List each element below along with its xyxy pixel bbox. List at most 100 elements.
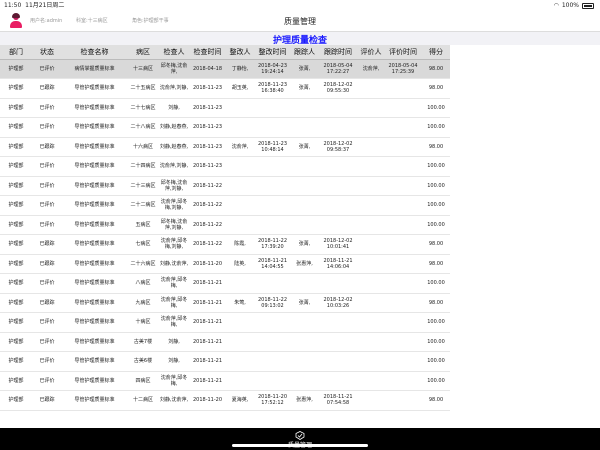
- table-row[interactable]: 护理部 已评价 导管护理质量标准 二十四病区 沈俞萍,刘静, 2018-11-23 100.…: [0, 156, 450, 177]
- table-cell: 2018-11-21 14:04:55: [254, 254, 291, 274]
- column-header: 检查时间: [189, 45, 226, 60]
- column-header: 评价人: [358, 45, 384, 60]
- table-cell: 邱冬梅,沈俞萍,: [159, 59, 189, 79]
- table-cell: 100.00: [422, 332, 450, 352]
- table-cell: 100.00: [422, 195, 450, 216]
- table-cell: [358, 117, 384, 138]
- table-cell: 张菁,: [291, 293, 318, 313]
- quality-management-icon[interactable]: [295, 431, 305, 440]
- status-bar: 11:50 11月21日周二 ◠ 100%: [0, 0, 600, 11]
- table-cell: 已评价: [32, 351, 62, 372]
- home-indicator[interactable]: [232, 444, 368, 447]
- table-row[interactable]: 护理部 已评价 病情掌握质量标准 十三病区 邱冬梅,沈俞萍, 2018-04-18 丁静怡,…: [0, 59, 450, 79]
- table-cell: 已评价: [32, 312, 62, 333]
- table-cell: 导管护理质量标准: [62, 98, 127, 118]
- table-row[interactable]: 护理部 已评价 导管护理质量标准 四病区 沈俞萍,邱冬梅, 2018-11-21 100.0…: [0, 371, 450, 391]
- table-cell: 丁静怡,: [226, 59, 254, 79]
- column-header: 整改时间: [254, 45, 291, 60]
- table-cell: 2018-11-22 09:13:02: [254, 293, 291, 313]
- table-cell: 2018-11-21: [189, 351, 226, 372]
- table-row[interactable]: 护理部 已评价 导管护理质量标准 古美7楼 刘静, 2018-11-21 100.00: [0, 332, 450, 352]
- table-cell: 已评价: [32, 98, 62, 118]
- table-cell: 98.00: [422, 390, 450, 411]
- table-cell: 二十六病区: [127, 254, 159, 274]
- table-row[interactable]: 护理部 已评价 导管护理质量标准 二十三病区 邱冬梅,沈俞萍,刘静, 2018-11-22…: [0, 176, 450, 196]
- table-row[interactable]: 护理部 已跟踪 导管护理质量标准 十六病区 刘静,赵春燕, 2018-11-23 沈俞萍, 2…: [0, 137, 450, 157]
- table-cell: 张菁,: [291, 137, 318, 157]
- table-cell: 张惠萍,: [291, 254, 318, 274]
- table-cell: 2018-12-02 09:58:37: [318, 137, 358, 157]
- role-label: 角色:护理部干事: [132, 18, 169, 24]
- table-cell: 已跟踪: [32, 390, 62, 411]
- table-cell: [318, 351, 358, 372]
- table-cell: [358, 98, 384, 118]
- table-cell: [384, 293, 422, 313]
- table-cell: 护理部: [0, 254, 32, 274]
- table-cell: 二十七病区: [127, 98, 159, 118]
- table-cell: [226, 332, 254, 352]
- table-cell: 98.00: [422, 293, 450, 313]
- table-cell: 护理部: [0, 137, 32, 157]
- table-cell: [254, 156, 291, 177]
- table-row[interactable]: 护理部 已评价 导管护理质量标准 五病区 邱冬梅,沈俞萍,刘静, 2018-11-22 10…: [0, 215, 450, 235]
- table-cell: 二十三病区: [127, 176, 159, 196]
- table-cell: 邱冬梅,沈俞萍,刘静,: [159, 176, 189, 196]
- table-cell: 导管护理质量标准: [62, 390, 127, 411]
- table-cell: 沈俞萍,: [358, 59, 384, 79]
- table-cell: 护理部: [0, 390, 32, 411]
- table-cell: 导管护理质量标准: [62, 195, 127, 216]
- battery-percent: 100%: [561, 2, 579, 9]
- table-row[interactable]: 护理部 已跟踪 导管护理质量标准 七病区 沈俞萍,邱冬梅,刘静, 2018-11-22 陈霞…: [0, 234, 450, 255]
- table-cell: 护理部: [0, 215, 32, 235]
- table-header-row: 部门 状态 检查名称 病区 检查人 检查时间 整改人 整改时间 跟踪人 跟踪时间 评价人 评价时间 得分: [0, 45, 450, 60]
- table-cell: 已跟踪: [32, 254, 62, 274]
- table-row[interactable]: 护理部 已评价 导管护理质量标准 十病区 沈俞萍,邱冬梅, 2018-11-21 100.0…: [0, 312, 450, 333]
- table-cell: 导管护理质量标准: [62, 371, 127, 391]
- table-cell: [254, 195, 291, 216]
- status-right: ◠ 100%: [554, 0, 594, 11]
- table-cell: [358, 371, 384, 391]
- inspection-table: 部门 状态 检查名称 病区 检查人 检查时间 整改人 整改时间 跟踪人 跟踪时间 评价人 评价时间 得分…: [0, 45, 450, 411]
- table-cell: 2018-11-20: [189, 254, 226, 274]
- table-cell: 护理部: [0, 332, 32, 352]
- table-cell: 刘静,: [159, 98, 189, 118]
- table-cell: [291, 273, 318, 294]
- table-cell: [318, 215, 358, 235]
- table-cell: [291, 351, 318, 372]
- table-row[interactable]: 护理部 已评价 导管护理质量标准 二十八病区 刘静,赵春燕, 2018-11-23 100.…: [0, 117, 450, 138]
- detail-pane: [450, 45, 600, 428]
- table-cell: [318, 117, 358, 138]
- avatar[interactable]: [10, 13, 22, 28]
- table-cell: 导管护理质量标准: [62, 176, 127, 196]
- table-cell: 护理部: [0, 293, 32, 313]
- column-header: 病区: [127, 45, 159, 60]
- table-row[interactable]: 护理部 已评价 导管护理质量标准 古美6楼 刘静, 2018-11-21 100.00: [0, 351, 450, 372]
- table-row[interactable]: 护理部 已评价 导管护理质量标准 二十二病区 沈俞萍,邱冬梅,刘静, 2018-11-22…: [0, 195, 450, 216]
- table-cell: 张菁,: [291, 78, 318, 99]
- table-cell: 2018-11-22: [189, 176, 226, 196]
- table-cell: [358, 137, 384, 157]
- table-row[interactable]: 护理部 已跟踪 导管护理质量标准 二十五病区 沈俞萍,刘静, 2018-11-23 胡玉英,…: [0, 78, 450, 99]
- table-cell: 100.00: [422, 312, 450, 333]
- table-row[interactable]: 护理部 已评价 导管护理质量标准 八病区 沈俞萍,邱冬梅, 2018-11-21 100.0…: [0, 273, 450, 294]
- column-header: 整改人: [226, 45, 254, 60]
- battery-icon: [582, 2, 594, 9]
- table-cell: 100.00: [422, 351, 450, 372]
- table-row[interactable]: 护理部 已跟踪 导管护理质量标准 十二病区 刘静,沈俞萍, 2018-11-20 夏海英, 2…: [0, 390, 450, 411]
- table-cell: 2018-11-22: [189, 195, 226, 216]
- table-cell: 98.00: [422, 59, 450, 79]
- table-cell: [226, 176, 254, 196]
- table-cell: 2018-04-23 19:24:14: [254, 59, 291, 79]
- table-row[interactable]: 护理部 已跟踪 导管护理质量标准 九病区 沈俞萍,邱冬梅, 2018-11-21 朱莺, 20…: [0, 293, 450, 313]
- table-cell: 2018-12-02 10:01:41: [318, 234, 358, 255]
- table-cell: [226, 195, 254, 216]
- table-row[interactable]: 护理部 已评价 导管护理质量标准 二十七病区 刘静, 2018-11-23 100.00: [0, 98, 450, 118]
- table-cell: [318, 273, 358, 294]
- table-cell: 已跟踪: [32, 78, 62, 99]
- table-cell: [384, 371, 422, 391]
- table-cell: [384, 234, 422, 255]
- table-row[interactable]: 护理部 已跟踪 导管护理质量标准 二十六病区 刘静,沈俞萍, 2018-11-20 陆英, 2…: [0, 254, 450, 274]
- table-cell: 2018-11-23 10:48:14: [254, 137, 291, 157]
- column-header: 评价时间: [384, 45, 422, 60]
- status-date: 11月21日周二: [25, 2, 65, 9]
